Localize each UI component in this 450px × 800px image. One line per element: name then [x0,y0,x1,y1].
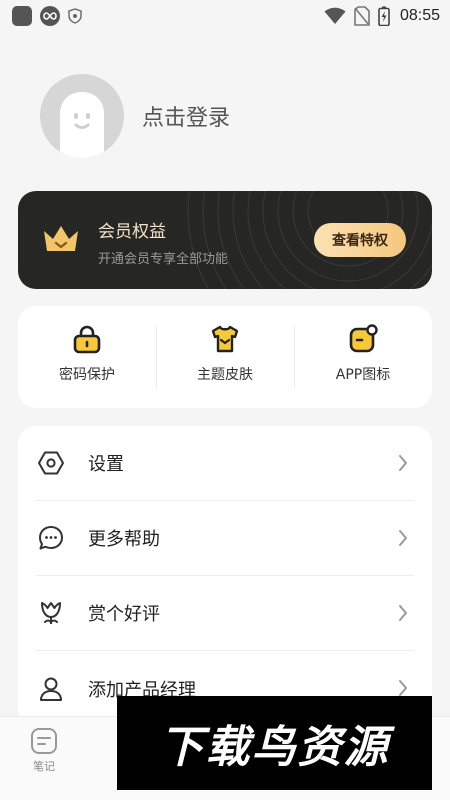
chevron-right-icon [399,680,407,696]
vip-card[interactable]: 会员权益 开通会员专享全部功能 查看特权 [18,191,432,289]
feature-theme-skin[interactable]: 主题皮肤 [156,306,294,408]
tab-notes-label: 笔记 [33,760,55,773]
vip-subtitle: 开通会员专享全部功能 [98,252,229,267]
feature-card: 密码保护 主题皮肤 APP图标 [18,306,432,408]
chevron-right-icon [399,530,407,546]
menu-label: 设置 [88,454,124,475]
crown-icon [44,226,78,251]
menu-label: 赏个好评 [88,604,160,625]
status-left-icons [12,6,82,26]
tshirt-icon [211,325,239,353]
wifi-icon [324,7,346,24]
lock-icon [73,325,101,354]
status-bar: 08:55 [0,0,450,32]
ghost-avatar-icon[interactable] [40,74,124,158]
menu-label: 更多帮助 [88,529,160,550]
profile-login[interactable]: 点击登录 [40,74,230,158]
chat-bubble-icon [39,526,63,550]
settings-hexagon-icon [38,451,64,475]
app-square-icon [12,6,32,26]
menu-item-settings[interactable]: 设置 [36,426,414,501]
menu-item-rate[interactable]: 赏个好评 [36,576,414,651]
note-icon [31,728,57,754]
feature-label: 主题皮肤 [197,367,253,383]
view-privileges-button[interactable]: 查看特权 [314,223,406,257]
infinity-icon [40,6,60,26]
status-time: 08:55 [399,7,440,24]
feature-password-protection[interactable]: 密码保护 [18,306,156,408]
no-sim-icon [354,6,370,26]
person-icon [40,677,62,701]
vip-title: 会员权益 [98,222,166,242]
menu-item-help[interactable]: 更多帮助 [36,501,414,576]
watermark-banner: 下载鸟资源 [117,696,432,790]
app-badge-icon [349,324,378,353]
feature-label: 密码保护 [59,367,115,383]
chevron-right-icon [399,455,407,471]
tab-notes[interactable]: 笔记 [30,727,58,774]
status-right-icons: 08:55 [324,6,440,26]
tulip-icon [41,602,61,624]
battery-charging-icon [378,6,390,26]
feature-app-icon[interactable]: APP图标 [294,306,432,408]
login-text[interactable]: 点击登录 [142,100,230,132]
menu-card: 设置 更多帮助 赏个好评 添加产品经理 [18,426,432,726]
feature-label: APP图标 [335,367,391,383]
chevron-right-icon [399,605,407,621]
shield-icon [68,8,82,24]
